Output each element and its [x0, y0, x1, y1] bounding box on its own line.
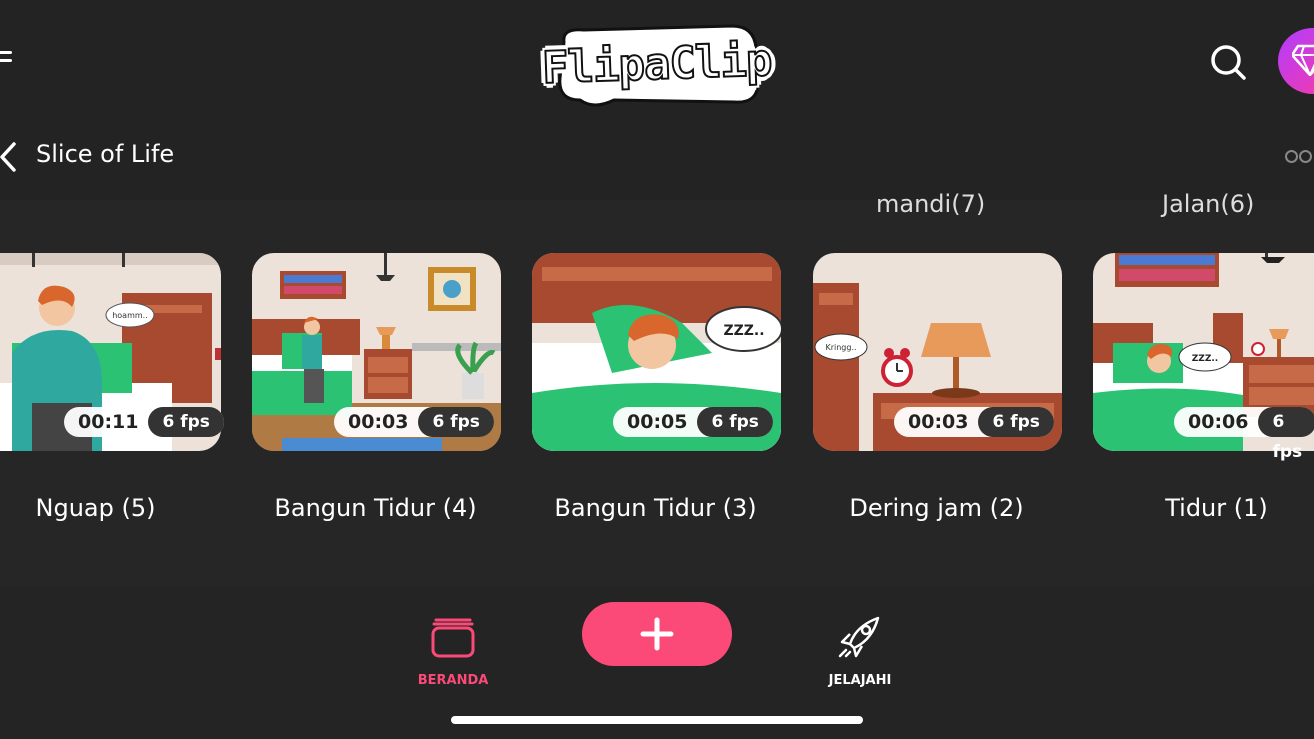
more-icon[interactable]	[1285, 150, 1314, 164]
fps-badge: 6 fps	[697, 407, 773, 437]
nav-explore-label[interactable]: JELAJAHI	[810, 673, 910, 688]
rocket-icon	[838, 616, 880, 658]
duration-badge: 00:03 6 fps	[334, 407, 494, 437]
project-title[interactable]: Dering jam (2)	[812, 494, 1061, 522]
speech-bubble: ZZZ..	[1192, 354, 1218, 364]
chevron-left-icon[interactable]	[0, 141, 20, 173]
search-icon[interactable]	[1208, 42, 1248, 82]
stack-icon	[431, 618, 475, 658]
hamburger-icon[interactable]	[0, 47, 14, 67]
duration-text: 00:05	[627, 411, 688, 433]
folder-label[interactable]: mandi(7)	[876, 190, 985, 218]
speech-bubble: hoamm..	[112, 311, 148, 320]
diamond-icon	[1292, 44, 1314, 76]
fps-badge: 6 fps	[418, 407, 494, 437]
duration-text: 00:06	[1188, 411, 1249, 433]
duration-badge: 00:11 6 fps	[64, 407, 224, 437]
nav-explore[interactable]	[836, 612, 884, 660]
project-title[interactable]: Bangun Tidur (3)	[531, 494, 780, 522]
duration-badge: 00:06 6 fps	[1174, 407, 1314, 462]
speech-bubble: Kringg..	[825, 343, 856, 352]
add-project-button[interactable]	[582, 602, 732, 666]
fps-badge: 6 fps	[978, 407, 1054, 437]
fps-badge: 6 fps	[148, 407, 224, 437]
app-logo: FlipaClip	[540, 20, 774, 108]
project-title[interactable]: Tidur (1)	[1092, 494, 1314, 522]
breadcrumb-bar	[0, 125, 1314, 200]
duration-text: 00:03	[908, 411, 969, 433]
duration-badge: 00:05 6 fps	[613, 407, 773, 437]
folder-label[interactable]: Jalan(6)	[1162, 190, 1254, 218]
home-indicator[interactable]	[451, 716, 863, 724]
breadcrumb-title: Slice of Life	[36, 140, 175, 168]
speech-bubble: ZZZ..	[723, 323, 764, 339]
nav-home-label[interactable]: BERANDA	[403, 673, 503, 688]
plus-icon	[640, 617, 674, 651]
fps-badge: 6 fps	[1258, 407, 1314, 462]
project-title[interactable]: Bangun Tidur (4)	[251, 494, 500, 522]
duration-text: 00:03	[348, 411, 409, 433]
project-title[interactable]: Nguap (5)	[0, 494, 220, 522]
logo-text: FlipaClip	[540, 34, 773, 95]
duration-badge: 00:03 6 fps	[894, 407, 1054, 437]
duration-text: 00:11	[78, 411, 139, 433]
